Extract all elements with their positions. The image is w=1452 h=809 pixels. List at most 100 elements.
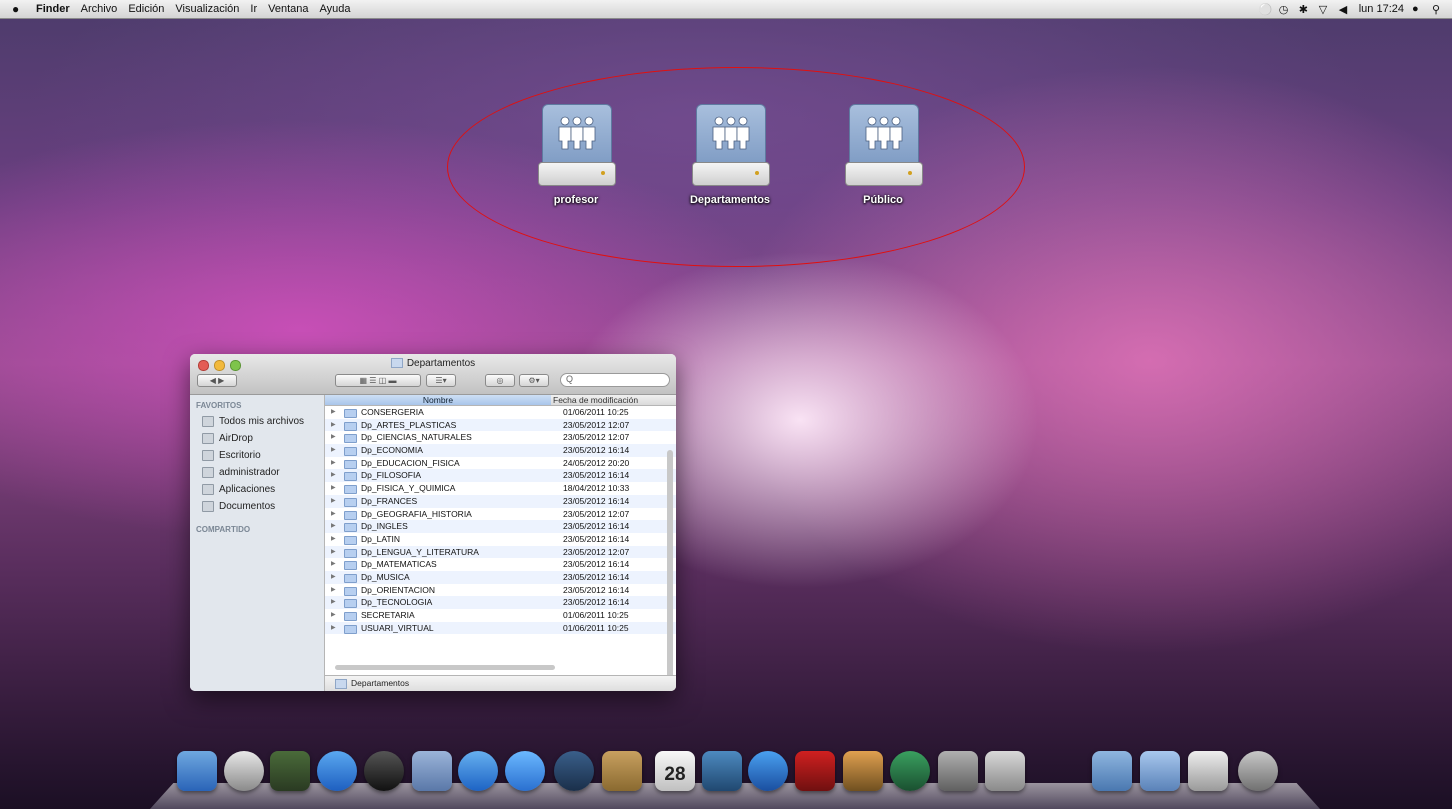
- search-input[interactable]: Q: [560, 373, 670, 387]
- back-forward-buttons[interactable]: ◀ ▶: [197, 374, 237, 387]
- mail-icon[interactable]: [412, 751, 452, 791]
- menu-ventana[interactable]: Ventana: [268, 3, 308, 15]
- disclosure-triangle-icon[interactable]: ▶: [331, 431, 336, 444]
- bluetooth-icon[interactable]: ✱: [1299, 3, 1311, 16]
- column-header-date[interactable]: Fecha de modificación: [553, 395, 638, 405]
- disclosure-triangle-icon[interactable]: ▶: [331, 571, 336, 584]
- disclosure-triangle-icon[interactable]: ▶: [331, 419, 336, 432]
- horizontal-scrollbar[interactable]: [335, 665, 555, 670]
- view-mode-buttons[interactable]: ▦ ☰ ◫ ▬: [335, 374, 421, 387]
- disclosure-triangle-icon[interactable]: ▶: [331, 469, 336, 482]
- table-row[interactable]: ▶ Dp_ORIENTACION 23/05/2012 16:14: [325, 584, 676, 597]
- menu-ir[interactable]: Ir: [250, 3, 257, 15]
- disclosure-triangle-icon[interactable]: ▶: [331, 508, 336, 521]
- table-row[interactable]: ▶ Dp_EDUCACION_FISICA 24/05/2012 20:20: [325, 457, 676, 470]
- sidebar-item-home[interactable]: administrador: [190, 464, 324, 481]
- disclosure-triangle-icon[interactable]: ▶: [331, 546, 336, 559]
- documents-folder-icon[interactable]: [1140, 751, 1180, 791]
- disclosure-triangle-icon[interactable]: ▶: [331, 609, 336, 622]
- iphoto-icon[interactable]: [702, 751, 742, 791]
- menu-finder[interactable]: Finder: [36, 3, 70, 15]
- clock-icon[interactable]: [364, 751, 404, 791]
- vertical-scrollbar[interactable]: [667, 450, 673, 691]
- app-store-icon[interactable]: [317, 751, 357, 791]
- applications-folder-icon[interactable]: [1092, 751, 1132, 791]
- disclosure-triangle-icon[interactable]: ▶: [331, 457, 336, 470]
- safari-icon[interactable]: [458, 751, 498, 791]
- iphoto-2-icon[interactable]: [843, 751, 883, 791]
- table-row[interactable]: ▶ Dp_FISICA_Y_QUIMICA 18/04/2012 10:33: [325, 482, 676, 495]
- table-row[interactable]: ▶ Dp_INGLES 23/05/2012 16:14: [325, 520, 676, 533]
- dvd-player-icon[interactable]: [224, 751, 264, 791]
- disclosure-triangle-icon[interactable]: ▶: [331, 596, 336, 609]
- disclosure-triangle-icon[interactable]: ▶: [331, 533, 336, 546]
- disclosure-triangle-icon[interactable]: ▶: [331, 520, 336, 533]
- photo-booth-icon[interactable]: [795, 751, 835, 791]
- table-row[interactable]: ▶ Dp_ARTES_PLASTICAS 23/05/2012 12:07: [325, 418, 676, 432]
- table-row[interactable]: ▶ Dp_TECNOLOGIA 23/05/2012 16:14: [325, 596, 676, 609]
- time-machine-menu-icon[interactable]: ◷: [1279, 3, 1291, 16]
- table-row[interactable]: ▶ Dp_FRANCES 23/05/2012 16:14: [325, 494, 676, 508]
- menu-clock[interactable]: lun 17:24: [1359, 3, 1404, 15]
- menu-edicion[interactable]: Edición: [128, 3, 164, 15]
- apple-menu-icon[interactable]: ●: [12, 2, 26, 16]
- preview-icon[interactable]: [985, 751, 1025, 791]
- table-row[interactable]: ▶ CONSERGERIA 01/06/2011 10:25: [325, 406, 676, 419]
- table-row[interactable]: ▶ Dp_MATEMATICAS 23/05/2012 16:14: [325, 558, 676, 571]
- documents-icon: [202, 501, 214, 512]
- sidebar-item-desktop[interactable]: Escritorio: [190, 447, 324, 464]
- window-titlebar[interactable]: Departamentos ◀ ▶ ▦ ☰ ◫ ▬ ☰▾ ◎ ⚙▾ Q: [190, 354, 676, 395]
- menu-archivo[interactable]: Archivo: [81, 3, 118, 15]
- finder-icon[interactable]: [177, 751, 217, 791]
- downloads-icon[interactable]: [1188, 751, 1228, 791]
- disclosure-triangle-icon[interactable]: ▶: [331, 558, 336, 571]
- table-row[interactable]: ▶ Dp_LENGUA_Y_LITERATURA 23/05/2012 12:07: [325, 545, 676, 559]
- table-row[interactable]: ▶ Dp_MUSICA 23/05/2012 16:14: [325, 570, 676, 584]
- quick-look-button[interactable]: ◎: [485, 374, 515, 387]
- disclosure-triangle-icon[interactable]: ▶: [331, 406, 336, 419]
- sidebar-item-all-files[interactable]: Todos mis archivos: [190, 413, 324, 430]
- trash-icon[interactable]: [1238, 751, 1278, 791]
- table-row[interactable]: ▶ Dp_CIENCIAS_NATURALES 23/05/2012 12:07: [325, 431, 676, 444]
- file-name: Dp_ORIENTACION: [361, 584, 435, 595]
- desktop-drive-publico[interactable]: Público: [813, 104, 953, 206]
- sidebar-item-documents[interactable]: Documentos: [190, 498, 324, 515]
- desktop-drive-profesor[interactable]: profesor: [506, 104, 646, 206]
- time-machine-icon[interactable]: [890, 751, 930, 791]
- desktop-drive-departamentos[interactable]: Departamentos: [660, 104, 800, 206]
- disclosure-triangle-icon[interactable]: ▶: [331, 622, 336, 635]
- table-row[interactable]: ▶ USUARI_VIRTUAL 01/06/2011 10:25: [325, 621, 676, 635]
- column-header-name[interactable]: Nombre: [325, 395, 551, 405]
- table-row[interactable]: ▶ SECRETARIA 01/06/2011 10:25: [325, 609, 676, 622]
- volume-icon[interactable]: ◀: [1339, 3, 1351, 16]
- disclosure-triangle-icon[interactable]: ▶: [331, 495, 336, 508]
- table-row[interactable]: ▶ Dp_LATIN 23/05/2012 16:14: [325, 533, 676, 546]
- table-row[interactable]: ▶ Dp_ECONOMIA 23/05/2012 16:14: [325, 444, 676, 457]
- dashboard-icon[interactable]: [270, 751, 310, 791]
- ical-icon[interactable]: 28: [655, 751, 695, 791]
- disclosure-triangle-icon[interactable]: ▶: [331, 584, 336, 597]
- menu-visualizacion[interactable]: Visualización: [175, 3, 239, 15]
- sidebar-item-airdrop[interactable]: AirDrop: [190, 430, 324, 447]
- system-preferences-icon[interactable]: [938, 751, 978, 791]
- sidebar-item-applications[interactable]: Aplicaciones: [190, 481, 324, 498]
- sync-icon[interactable]: ⚪: [1259, 3, 1273, 16]
- folder-icon: [344, 523, 357, 533]
- folder-icon: [335, 678, 347, 689]
- file-date: 23/05/2012 12:07: [563, 419, 630, 430]
- spotlight-icon[interactable]: ⚲: [1432, 3, 1444, 16]
- arrange-button[interactable]: ☰▾: [426, 374, 456, 387]
- wifi-icon[interactable]: ▽: [1319, 3, 1331, 16]
- user-icon[interactable]: ●: [1412, 3, 1424, 15]
- table-row[interactable]: ▶ Dp_FILOSOFIA 23/05/2012 16:14: [325, 469, 676, 483]
- itunes-icon[interactable]: [748, 751, 788, 791]
- table-row[interactable]: ▶ Dp_GEOGRAFIA_HISTORIA 23/05/2012 12:07: [325, 508, 676, 521]
- action-gear-button[interactable]: ⚙▾: [519, 374, 549, 387]
- address-book-icon[interactable]: [602, 751, 642, 791]
- ichat-icon[interactable]: [505, 751, 545, 791]
- disclosure-triangle-icon[interactable]: ▶: [331, 444, 336, 457]
- disclosure-triangle-icon[interactable]: ▶: [331, 482, 336, 495]
- menu-ayuda[interactable]: Ayuda: [320, 3, 351, 15]
- airdrop-icon: [202, 433, 214, 444]
- facetime-icon[interactable]: [554, 751, 594, 791]
